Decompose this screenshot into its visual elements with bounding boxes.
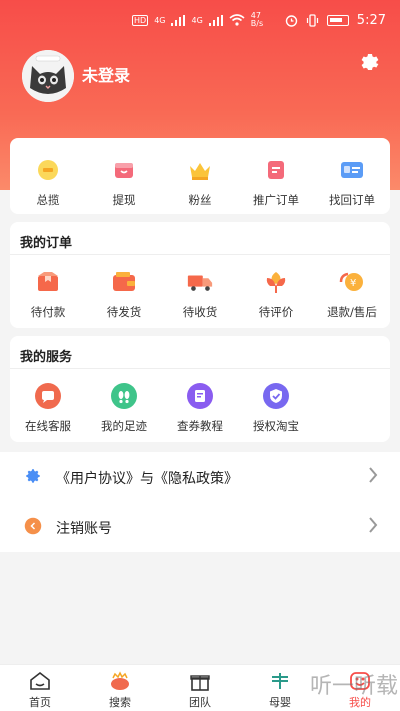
quick-menu-withdraw[interactable]: 提现 (86, 156, 162, 208)
footprint-icon (110, 382, 138, 410)
baby-icon (272, 673, 288, 689)
settings-gear-icon[interactable] (358, 50, 382, 74)
quick-menu-overview[interactable]: 总揽 (10, 156, 86, 208)
service-authorize-taobao[interactable]: 授权淘宝 (238, 382, 314, 434)
wifi-icon (229, 14, 245, 26)
orders-grid: 待付款 待发货 待收货 待评价 ¥ 退款/售后 (10, 268, 390, 320)
service-online-support[interactable]: 在线客服 (10, 382, 86, 434)
tab-label: 母婴 (269, 696, 291, 709)
status-signal-group: HD 4G 4G 47 B/s (132, 12, 263, 28)
order-pending-shipment[interactable]: 待发货 (86, 268, 162, 320)
quick-menu-promo-orders[interactable]: 推广订单 (238, 156, 314, 208)
hd-icon: HD (132, 14, 149, 26)
list-item-user-agreement[interactable]: 《用户协议》与《隐私政策》 (0, 452, 400, 502)
tab-label: 搜索 (109, 696, 131, 709)
list-item-cancel-account[interactable]: 注销账号 (0, 502, 400, 552)
quick-menu-recover-orders[interactable]: 找回订单 (314, 156, 390, 208)
order-pending-receipt[interactable]: 待收货 (162, 268, 238, 320)
my-services-card: 我的服务 在线客服 我的足迹 查券教程 授权淘宝 (10, 336, 390, 442)
my-orders-title: 我的订单 (20, 236, 73, 251)
divider (10, 368, 390, 369)
net-speed: 47 B/s (250, 11, 264, 28)
cat-avatar-icon (22, 50, 74, 102)
service-label: 我的足迹 (101, 419, 147, 433)
tab-baby[interactable]: 母婴 (240, 665, 320, 711)
net-label-1: 4G (154, 15, 166, 25)
gear-icon (26, 469, 40, 483)
vibrate-icon (306, 14, 318, 27)
avatar[interactable] (22, 50, 74, 102)
logout-icon (24, 517, 42, 535)
truck-icon (186, 268, 214, 296)
tab-label: 团队 (189, 696, 211, 709)
chevron-right-icon (369, 467, 378, 483)
box-icon (34, 268, 62, 296)
signal-icon-2 (208, 14, 223, 26)
svg-text:¥: ¥ (350, 278, 356, 289)
status-right-group: 5:27 (285, 13, 386, 28)
divider (10, 254, 390, 255)
service-label: 授权淘宝 (253, 419, 299, 433)
book-icon (186, 382, 214, 410)
signal-icon (171, 14, 186, 26)
list-item-label: 注销账号 (56, 521, 112, 537)
wallet-icon (110, 156, 138, 184)
order-label: 待发货 (106, 305, 142, 319)
my-services-title: 我的服务 (20, 350, 73, 365)
chat-icon (34, 382, 62, 410)
quick-menu-label: 推广订单 (253, 193, 299, 207)
service-label: 在线客服 (25, 419, 71, 433)
tab-home[interactable]: 首页 (0, 665, 80, 711)
order-label: 待评价 (258, 305, 294, 319)
quick-menu-card: 总揽 提现 粉丝 推广订单 找回订单 (10, 138, 390, 214)
login-status-text[interactable]: 未登录 (82, 62, 130, 86)
shield-icon (262, 382, 290, 410)
order-label: 待付款 (30, 305, 66, 319)
search-icon (111, 671, 129, 690)
quick-menu-label: 总揽 (36, 193, 60, 207)
flower-icon (262, 268, 290, 296)
chevron-right-icon (369, 517, 378, 533)
quick-menu-label: 粉丝 (188, 193, 212, 207)
net-label-2: 4G (191, 15, 203, 25)
tab-team[interactable]: 团队 (160, 665, 240, 711)
service-label: 查券教程 (177, 419, 223, 433)
home-icon (30, 671, 50, 690)
watermark: 听一听载 (309, 674, 398, 699)
settings-list: 《用户协议》与《隐私政策》 注销账号 (0, 452, 400, 552)
refund-icon: ¥ (338, 268, 366, 296)
service-footprint[interactable]: 我的足迹 (86, 382, 162, 434)
service-coupon-tutorial[interactable]: 查券教程 (162, 382, 238, 434)
alarm-icon (285, 15, 297, 27)
order-label: 退款/售后 (327, 305, 377, 319)
id-card-icon (338, 156, 366, 184)
gift-icon (190, 675, 210, 691)
quick-menu-grid: 总揽 提现 粉丝 推广订单 找回订单 (10, 156, 390, 208)
wallet-icon (110, 268, 138, 296)
order-pending-review[interactable]: 待评价 (238, 268, 314, 320)
order-label: 待收货 (182, 305, 218, 319)
my-orders-card: 我的订单 待付款 待发货 待收货 待评价 ¥ 退款/售后 (10, 222, 390, 328)
doc-icon (262, 156, 290, 184)
tab-label: 首页 (29, 696, 51, 709)
quick-menu-fans[interactable]: 粉丝 (162, 156, 238, 208)
quick-menu-label: 找回订单 (329, 193, 375, 207)
services-grid: 在线客服 我的足迹 查券教程 授权淘宝 (10, 382, 390, 434)
status-time: 5:27 (356, 13, 386, 28)
order-refund-aftersale[interactable]: ¥ 退款/售后 (314, 268, 390, 320)
battery-icon (326, 15, 349, 26)
coin-icon (34, 156, 62, 184)
status-bar: HD 4G 4G 47 B/s 5:27 (0, 10, 400, 36)
order-pending-payment[interactable]: 待付款 (10, 268, 86, 320)
crown-icon (186, 156, 214, 184)
list-item-label: 《用户协议》与《隐私政策》 (56, 471, 238, 487)
tab-search[interactable]: 搜索 (80, 665, 160, 711)
quick-menu-label: 提现 (112, 193, 136, 207)
